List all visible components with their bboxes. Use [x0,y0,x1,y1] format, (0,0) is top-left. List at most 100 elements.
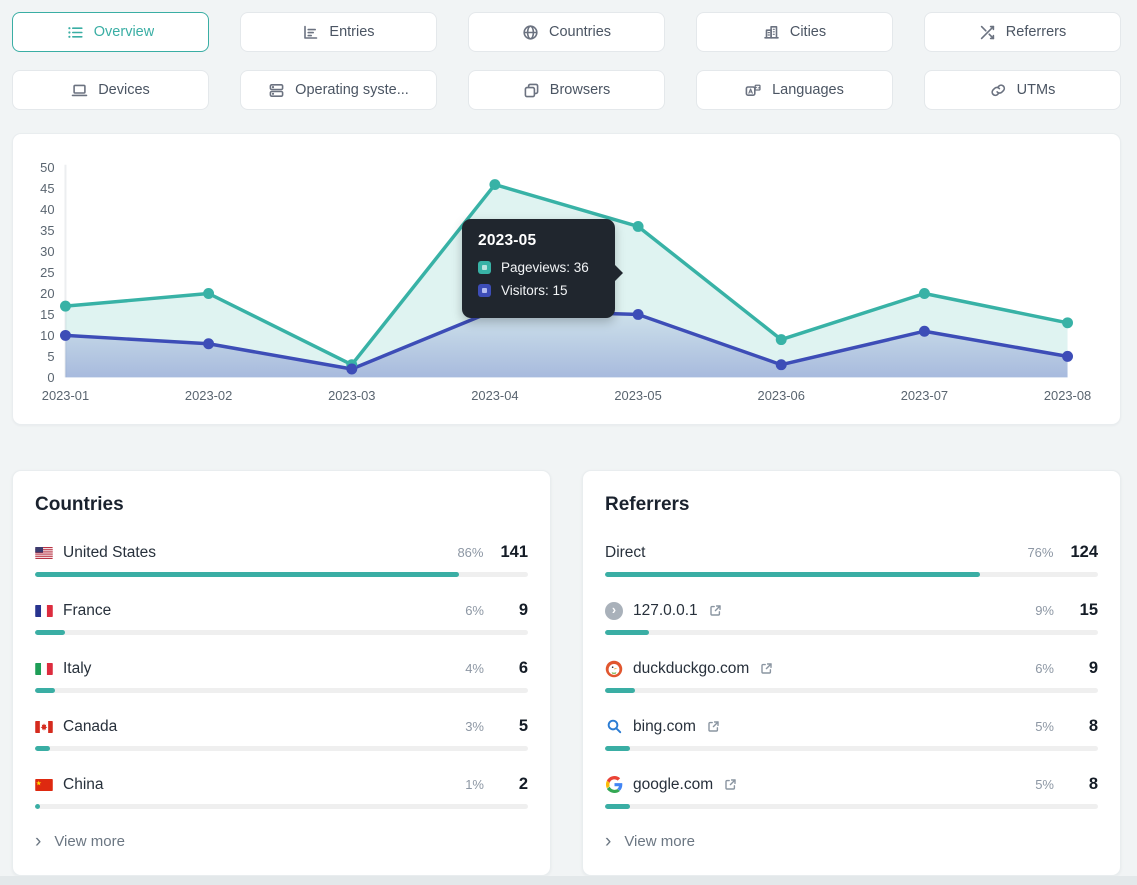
shuffle-icon [979,24,996,41]
percent-label: 1% [454,777,484,792]
count-value: 141 [500,543,528,562]
country-row[interactable]: Canada3%5 [35,717,528,751]
tab-devices[interactable]: Devices [12,70,209,110]
progress-track [35,572,528,577]
count-value: 9 [501,601,528,620]
external-link-icon[interactable] [707,720,720,733]
tab-label: Browsers [550,82,610,98]
referrer-row-label: 127.0.0.1 [633,602,698,620]
pageviews-data-point[interactable] [776,334,787,345]
progress-fill [605,746,630,751]
laptop-icon [71,82,88,99]
y-tick-label: 25 [40,265,54,280]
referrer-row[interactable]: bing.com5%8 [605,717,1098,751]
count-value: 8 [1071,775,1098,794]
country-row[interactable]: Italy4%6 [35,659,528,693]
percent-label: 4% [454,661,484,676]
external-link-icon[interactable] [760,662,773,675]
visitors-data-point[interactable] [633,309,644,320]
tab-label: Devices [98,82,150,98]
y-tick-label: 50 [40,160,54,175]
y-tick-label: 10 [40,328,54,343]
progress-track [35,804,528,809]
x-tick-label: 2023-08 [1044,388,1091,403]
countries-card: Countries United States86%141France6%9It… [12,470,551,876]
referrers-card-title: Referrers [605,494,1098,516]
country-row-label: United States [63,544,156,562]
traffic-chart-panel: 051015202530354045502023-012023-022023-0… [12,133,1121,425]
country-row-label: France [63,602,111,620]
tab-cities[interactable]: Cities [696,12,893,52]
chevron-right-icon: › [35,835,41,849]
pageviews-data-point[interactable] [633,221,644,232]
bar-chart-icon [302,24,319,41]
progress-fill [605,572,980,577]
referrer-row[interactable]: duckduckgo.com6%9 [605,659,1098,693]
percent-label: 6% [454,603,484,618]
tab-browsers[interactable]: Browsers [468,70,665,110]
metrics-tab-bar: Overview Entries Countries Cities Referrers D… [12,12,1121,110]
referrer-row-label: Direct [605,544,645,562]
visitors-data-point[interactable] [776,359,787,370]
tooltip-arrow [615,265,623,281]
bing-favicon-icon [605,718,623,736]
visitors-data-point[interactable] [919,326,930,337]
tab-label: Countries [549,24,611,40]
x-tick-label: 2023-03 [328,388,375,403]
external-link-icon[interactable] [724,778,737,791]
country-row[interactable]: France 6% 9 [35,601,528,635]
count-value: 2 [501,775,528,794]
external-link-icon[interactable] [709,604,722,617]
referrer-row[interactable]: Direct 76% 124 [605,543,1098,577]
tab-referrers[interactable]: Referrers [924,12,1121,52]
percent-label: 86% [453,545,483,560]
view-more-label: View more [624,833,695,850]
percent-label: 76% [1023,545,1053,560]
tab-entries[interactable]: Entries [240,12,437,52]
visitors-data-point[interactable] [60,330,71,341]
country-row[interactable]: China1%2 [35,775,528,809]
tab-overview[interactable]: Overview [12,12,209,52]
country-row[interactable]: United States 86% 141 [35,543,528,577]
progress-track [605,804,1098,809]
tab-countries[interactable]: Countries [468,12,665,52]
count-value: 8 [1071,717,1098,736]
referrer-row-label: bing.com [633,718,696,736]
visitors-data-point[interactable] [203,338,214,349]
us-flag-icon [35,547,53,559]
countries-view-more-button[interactable]: › View more [35,833,528,850]
link-icon [990,82,1007,99]
progress-fill [605,630,649,635]
count-value: 9 [1071,659,1098,678]
progress-fill [605,688,635,693]
y-tick-label: 45 [40,181,54,196]
pageviews-data-point[interactable] [919,288,930,299]
referrers-view-more-button[interactable]: › View more [605,833,1098,850]
tab-label: Cities [790,24,826,40]
tooltip-pageviews-row: Pageviews: 36 [478,260,599,275]
list-icon [67,24,84,41]
next-section-edge [0,876,1137,885]
pageviews-data-point[interactable] [489,179,500,190]
tab-languages[interactable]: Languages [696,70,893,110]
tooltip-visitors-value: Visitors: 15 [501,283,568,298]
count-value: 15 [1071,601,1098,620]
pageviews-data-point[interactable] [1062,317,1073,328]
pageviews-data-point[interactable] [60,301,71,312]
tab-operating-systems[interactable]: Operating syste... [240,70,437,110]
tooltip-visitors-row: Visitors: 15 [478,283,599,298]
localhost-favicon-icon: › [605,602,623,620]
pageviews-data-point[interactable] [203,288,214,299]
referrer-row[interactable]: ›127.0.0.19%15 [605,601,1098,635]
y-tick-label: 30 [40,244,54,259]
visitors-data-point[interactable] [1062,351,1073,362]
tooltip-date: 2023-05 [478,232,599,250]
visitors-data-point[interactable] [346,364,357,375]
count-value: 124 [1070,543,1098,562]
tab-label: Entries [329,24,374,40]
tab-label: Referrers [1006,24,1066,40]
tab-utms[interactable]: UTMs [924,70,1121,110]
referrer-row[interactable]: google.com5%8 [605,775,1098,809]
progress-fill [35,746,50,751]
country-row-label: Italy [63,660,91,678]
